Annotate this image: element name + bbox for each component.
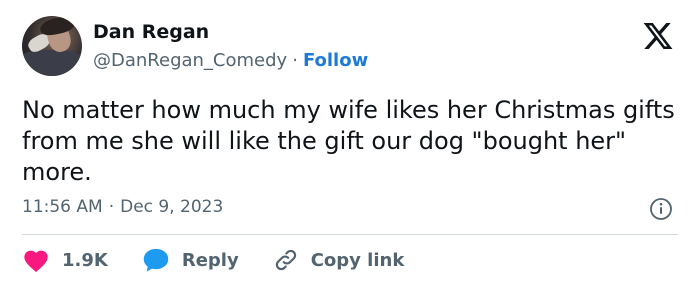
copy-link-label: Copy link: [310, 249, 405, 271]
follow-button[interactable]: Follow: [303, 50, 368, 71]
author-handle[interactable]: @DanRegan_Comedy: [93, 50, 287, 71]
handle-separator: ·: [292, 50, 298, 71]
reply-button[interactable]: Reply: [142, 247, 239, 273]
timestamp-separator: ·: [108, 197, 115, 217]
tweet-timestamp[interactable]: 11:56 AM · Dec 9, 2023: [22, 197, 223, 217]
copy-link-button[interactable]: Copy link: [273, 247, 405, 273]
info-icon[interactable]: [649, 197, 673, 221]
action-bar: 1.9K Reply Copy link: [22, 247, 438, 273]
avatar-hair: [38, 16, 76, 38]
reply-label: Reply: [181, 249, 239, 271]
x-logo-icon[interactable]: [641, 20, 675, 52]
reply-bubble-icon: [143, 248, 169, 272]
like-button[interactable]: 1.9K: [22, 247, 108, 273]
tweet-card: Dan Regan @DanRegan_Comedy · Follow No mat…: [0, 0, 700, 287]
avatar[interactable]: [22, 16, 82, 76]
author-name[interactable]: Dan Regan: [93, 21, 209, 43]
tweet-text: No matter how much my wife likes her Chr…: [22, 96, 675, 186]
link-icon: [275, 249, 296, 271]
divider: [22, 234, 678, 235]
tweet-time[interactable]: 11:56 AM: [22, 197, 103, 217]
avatar-pillow: [22, 50, 82, 76]
author-handle-row: @DanRegan_Comedy · Follow: [93, 50, 368, 71]
tweet-date[interactable]: Dec 9, 2023: [120, 197, 223, 217]
like-count: 1.9K: [62, 249, 108, 271]
heart-icon: [24, 250, 48, 273]
